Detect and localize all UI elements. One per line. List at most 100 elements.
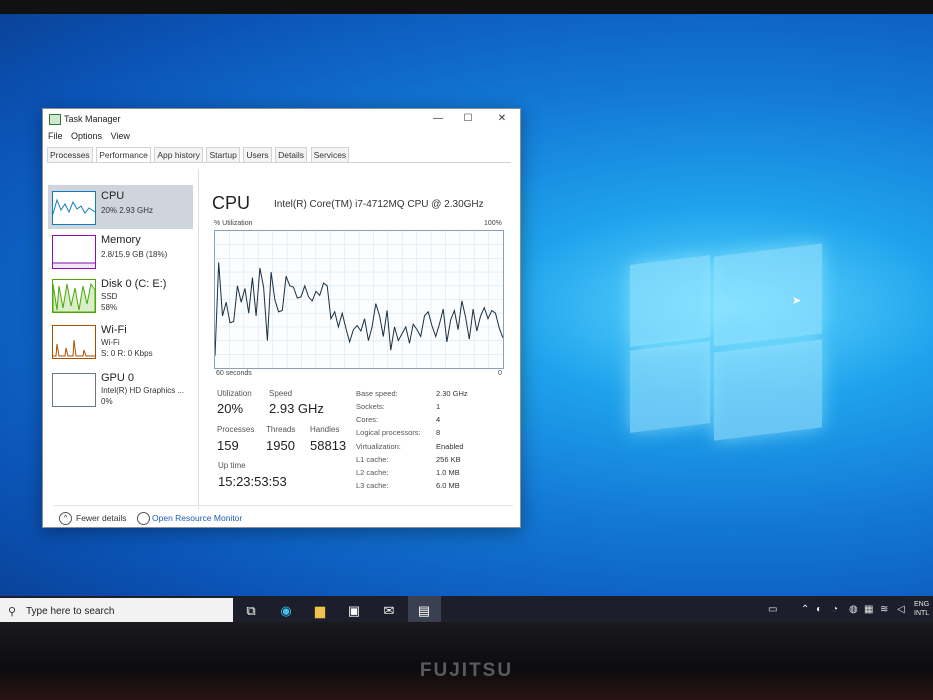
- resource-monitor-icon[interactable]: [137, 512, 150, 525]
- monitor-bezel-top: [0, 0, 933, 14]
- tab-startup[interactable]: Startup: [206, 147, 240, 162]
- window-title: Task Manager: [64, 114, 121, 124]
- close-button[interactable]: ✕: [493, 112, 511, 126]
- menu-file[interactable]: File: [48, 131, 63, 141]
- tab-app-history[interactable]: App history: [154, 147, 203, 162]
- cpu-model-name: Intel(R) Core(TM) i7-4712MQ CPU @ 2.30GH…: [274, 199, 484, 210]
- sidebar-gpu-model: Intel(R) HD Graphics ...: [101, 386, 185, 395]
- sidebar-wifi-name: Wi-Fi: [101, 324, 127, 336]
- threads-label: Threads: [266, 425, 296, 434]
- title-bar[interactable]: Task Manager — ☐ ✕: [43, 109, 520, 129]
- monitor-brand-logo: FUJITSU: [419, 660, 514, 681]
- alert-icon[interactable]: ◍: [849, 604, 858, 615]
- sidebar-item-gpu[interactable]: GPU 0 Intel(R) HD Graphics ... 0%: [48, 367, 193, 411]
- cpu-thumbnail-graph: [52, 191, 96, 225]
- clock-icon[interactable]: ◔: [832, 604, 838, 615]
- open-resource-monitor-link[interactable]: Open Resource Monitor: [152, 513, 242, 523]
- memory-thumbnail-graph: [52, 235, 96, 269]
- spec-value: 1.0 MB: [436, 468, 460, 477]
- sidebar-divider: [198, 169, 199, 509]
- uptime-value: 15:23:53:53: [218, 474, 287, 489]
- gpu-thumbnail-graph: [52, 373, 96, 407]
- tab-bar: Processes Performance App history Startu…: [47, 147, 511, 163]
- utilization-axis-label: % Utilization: [214, 220, 253, 227]
- sidebar-gpu-usage: 0%: [101, 397, 113, 406]
- chevron-up-icon[interactable]: ⌃: [801, 604, 809, 615]
- menu-view[interactable]: View: [111, 131, 130, 141]
- tab-users[interactable]: Users: [243, 147, 272, 162]
- tab-services[interactable]: Services: [310, 147, 350, 162]
- menu-options[interactable]: Options: [71, 131, 102, 141]
- spec-label: Cores:: [356, 415, 379, 424]
- sidebar-item-memory[interactable]: Memory 2.8/15.9 GB (18%): [48, 229, 193, 273]
- page-title: CPU: [212, 193, 251, 213]
- utilization-value: 20%: [217, 401, 244, 416]
- spec-label: L2 cache:: [356, 468, 389, 477]
- desktop: ➤ Task Manager — ☐ ✕ File Options View P…: [0, 14, 933, 622]
- language-code: ENG: [914, 601, 930, 608]
- file-explorer-icon[interactable]: ▆: [311, 602, 329, 620]
- utilization-label: Utilization: [217, 389, 252, 398]
- footer-divider: [53, 505, 513, 506]
- search-box[interactable]: ⚲ Type here to search: [0, 598, 233, 622]
- fewer-details-link[interactable]: Fewer details: [76, 513, 127, 523]
- speed-label: Speed: [269, 389, 293, 398]
- sidebar-item-disk[interactable]: Disk 0 (C: E:) SSD 58%: [48, 273, 193, 317]
- keyboard-layout: INTL: [914, 610, 930, 617]
- search-icon: ⚲: [8, 606, 17, 618]
- spec-value: 1: [436, 402, 441, 411]
- volume-icon[interactable]: ◁: [897, 604, 905, 615]
- handles-label: Handles: [310, 425, 340, 434]
- spec-label: L1 cache:: [356, 455, 389, 464]
- tab-details[interactable]: Details: [275, 147, 308, 162]
- sidebar-gpu-name: GPU 0: [101, 372, 135, 384]
- spec-value: 256 KB: [436, 455, 461, 464]
- app-tray-icon[interactable]: ▦: [864, 604, 873, 615]
- spec-value: 8: [436, 428, 441, 437]
- time-axis-label: 60 seconds: [216, 370, 252, 377]
- tab-processes[interactable]: Processes: [47, 147, 93, 162]
- sidebar-wifi-type: Wi-Fi: [101, 338, 120, 347]
- spec-value: 4: [436, 415, 441, 424]
- cpu-utilization-graph: [214, 230, 504, 369]
- spec-value: Enabled: [436, 442, 464, 451]
- store-icon[interactable]: ▣: [345, 602, 363, 620]
- max-axis-label: 100%: [484, 220, 502, 227]
- chevron-up-icon[interactable]: ^: [59, 512, 72, 525]
- input-language-indicator[interactable]: ENG INTL: [914, 600, 929, 618]
- security-icon[interactable]: ◐: [816, 604, 822, 615]
- task-manager-icon: ▤: [417, 603, 431, 618]
- taskbar: ⚲ Type here to search ⧉ ◉ ▆ ▣ ✉ ▤ ▭ ⌃ ◐ …: [0, 596, 933, 622]
- disk-thumbnail-graph: [52, 279, 96, 313]
- task-manager-taskbar-button[interactable]: ▤: [408, 596, 441, 622]
- sidebar-disk-name: Disk 0 (C: E:): [101, 278, 167, 290]
- minimize-button[interactable]: —: [429, 112, 447, 126]
- task-manager-icon: [49, 114, 61, 125]
- sidebar-memory-detail: 2.8/15.9 GB (18%): [101, 250, 168, 259]
- search-input[interactable]: Type here to search: [26, 606, 114, 617]
- edge-browser-icon[interactable]: ◉: [277, 602, 295, 620]
- maximize-button[interactable]: ☐: [459, 112, 477, 126]
- sidebar-cpu-detail: 20% 2.93 GHz: [101, 206, 154, 215]
- task-view-icon[interactable]: ⧉: [242, 602, 260, 620]
- spec-label: Logical processors:: [356, 428, 421, 437]
- sidebar-item-wifi[interactable]: Wi-Fi Wi-Fi S: 0 R: 0 Kbps: [48, 319, 193, 363]
- sidebar-item-cpu[interactable]: CPU 20% 2.93 GHz: [48, 185, 193, 229]
- mail-icon[interactable]: ✉: [380, 602, 398, 620]
- speed-value: 2.93 GHz: [269, 401, 324, 416]
- threads-value: 1950: [266, 438, 295, 453]
- mouse-cursor-icon: ➤: [792, 295, 802, 307]
- task-manager-window: Task Manager — ☐ ✕ File Options View Pro…: [42, 108, 521, 528]
- sidebar-disk-usage: 58%: [101, 303, 118, 312]
- spec-label: Base speed:: [356, 389, 398, 398]
- processes-label: Processes: [217, 425, 255, 434]
- tab-performance[interactable]: Performance: [96, 147, 151, 162]
- handles-value: 58813: [310, 438, 347, 453]
- menu-bar: File Options View: [48, 131, 136, 144]
- keyboard-icon[interactable]: ▭: [768, 604, 777, 615]
- uptime-label: Up time: [218, 461, 246, 470]
- sidebar-memory-name: Memory: [101, 234, 141, 246]
- network-icon[interactable]: ≋: [880, 604, 888, 615]
- spec-value: 2.30 GHz: [436, 389, 468, 398]
- spec-label: Sockets:: [356, 402, 385, 411]
